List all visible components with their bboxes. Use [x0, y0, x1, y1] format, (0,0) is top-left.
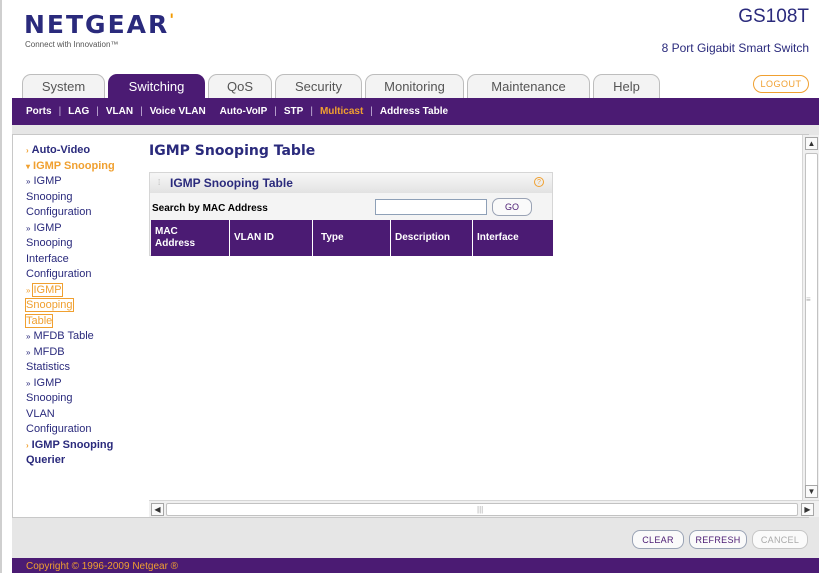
- bullet-arrow-icon: ›: [26, 146, 29, 155]
- panel-title: IGMP Snooping Table: [170, 176, 293, 190]
- bullet-arrow-icon: ›: [26, 440, 29, 450]
- tab-maintenance[interactable]: Maintenance: [467, 74, 590, 98]
- subnav-multicast[interactable]: Multicast: [320, 106, 363, 117]
- column-mac-address[interactable]: MAC Address: [151, 220, 230, 256]
- subnav-stp[interactable]: STP: [284, 106, 303, 117]
- vertical-scroll-thumb[interactable]: [805, 153, 818, 487]
- sidebar-item-igmp-snooping-querier[interactable]: › IGMP Snooping Querier: [16, 438, 138, 469]
- tab-help[interactable]: Help: [593, 74, 660, 98]
- footer: Copyright © 1996-2009 Netgear ®: [12, 558, 819, 573]
- scroll-left-icon[interactable]: ◀: [151, 503, 164, 516]
- scroll-down-icon[interactable]: ▼: [805, 485, 818, 498]
- scroll-up-icon[interactable]: ▲: [805, 137, 818, 150]
- table-header: MAC Address VLAN ID Type Description Inte…: [151, 220, 553, 256]
- horizontal-scrollbar[interactable]: ◀ ||| ▶: [149, 500, 819, 517]
- scroll-right-icon[interactable]: ▶: [801, 503, 814, 516]
- model-name: GS108T: [738, 6, 809, 27]
- sidebar-item-auto-video[interactable]: › Auto-Video: [16, 143, 138, 159]
- panel-header: ⁞ IGMP Snooping Table ?: [150, 173, 552, 193]
- expanded-arrow-icon: ▾: [26, 161, 31, 171]
- drag-handle-icon: ⁞: [158, 178, 161, 187]
- tagline: Connect with Innovation™: [25, 40, 119, 49]
- model-description: 8 Port Gigabit Smart Switch: [661, 41, 809, 55]
- bullet-icon: »: [26, 347, 31, 357]
- tab-monitoring[interactable]: Monitoring: [365, 74, 464, 98]
- main-tabs: System Switching QoS Security Monitoring…: [22, 74, 663, 98]
- bullet-icon: »: [26, 177, 31, 186]
- cancel-button[interactable]: CANCEL: [752, 530, 808, 549]
- tab-security[interactable]: Security: [275, 74, 362, 98]
- bullet-icon: »: [26, 332, 31, 341]
- column-interface[interactable]: Interface: [473, 220, 553, 256]
- clear-button[interactable]: CLEAR: [632, 530, 684, 549]
- sidebar-item-mfdb-table[interactable]: » MFDB Table: [16, 329, 138, 345]
- netgear-logo: NETGEAR': [24, 10, 177, 39]
- help-icon[interactable]: ?: [534, 177, 544, 187]
- sidebar-item-igmp-snooping-configuration[interactable]: » IGMP Snooping Configuration: [16, 174, 138, 221]
- button-bar: CLEAR REFRESH CANCEL: [12, 527, 819, 555]
- sidebar-item-igmp-snooping-vlan-configuration[interactable]: » IGMP Snooping VLAN Configuration: [16, 376, 138, 438]
- mac-search-input[interactable]: [375, 199, 487, 215]
- page-title: IGMP Snooping Table: [149, 143, 316, 159]
- tab-switching[interactable]: Switching: [108, 74, 205, 98]
- sidebar-item-igmp-snooping[interactable]: ▾ IGMP Snooping: [16, 159, 138, 175]
- subnav-address-table[interactable]: Address Table: [380, 106, 448, 117]
- igmp-snooping-table-panel: ⁞ IGMP Snooping Table ? Search by MAC Ad…: [149, 172, 553, 256]
- copyright: Copyright © 1996-2009 Netgear ®: [26, 561, 179, 572]
- vertical-scrollbar[interactable]: ▲ ≡ ▼: [802, 135, 819, 500]
- subnav-ports[interactable]: Ports: [26, 106, 52, 117]
- subnav-vlan[interactable]: VLAN: [106, 106, 133, 117]
- column-description[interactable]: Description: [391, 220, 473, 256]
- bullet-icon: »: [26, 223, 31, 233]
- subnav-lag[interactable]: LAG: [68, 106, 89, 117]
- grip-icon: ≡: [806, 295, 811, 304]
- search-label: Search by MAC Address: [152, 203, 268, 214]
- horizontal-scroll-thumb[interactable]: |||: [166, 503, 798, 516]
- sidebar: › Auto-Video ▾ IGMP Snooping » IGMP Snoopin…: [16, 143, 138, 469]
- column-type[interactable]: Type: [313, 220, 391, 256]
- sub-navigation: Ports | LAG | VLAN | Voice VLAN Auto-VoIP | …: [12, 98, 819, 125]
- sidebar-item-igmp-snooping-table[interactable]: » IGMP Snooping Table: [16, 282, 138, 330]
- refresh-button[interactable]: REFRESH: [689, 530, 747, 549]
- subnav-auto-voip[interactable]: Auto-VoIP: [220, 106, 268, 117]
- subnav-voice-vlan[interactable]: Voice VLAN: [150, 106, 206, 117]
- tab-qos[interactable]: QoS: [208, 74, 272, 98]
- bullet-icon: »: [26, 378, 31, 388]
- tab-system[interactable]: System: [22, 74, 105, 98]
- column-vlan-id[interactable]: VLAN ID: [230, 220, 313, 256]
- bullet-icon: »: [26, 285, 31, 295]
- go-button[interactable]: GO: [492, 198, 532, 216]
- app-window: NETGEAR' Connect with Innovation™ GS108T…: [0, 0, 819, 573]
- sidebar-item-igmp-snooping-interface-configuration[interactable]: » IGMP Snooping Interface Configuration: [16, 221, 138, 283]
- grip-icon: |||: [477, 505, 484, 514]
- sidebar-item-mfdb-statistics[interactable]: » MFDB Statistics: [16, 345, 138, 376]
- logout-button[interactable]: LOGOUT: [753, 75, 809, 93]
